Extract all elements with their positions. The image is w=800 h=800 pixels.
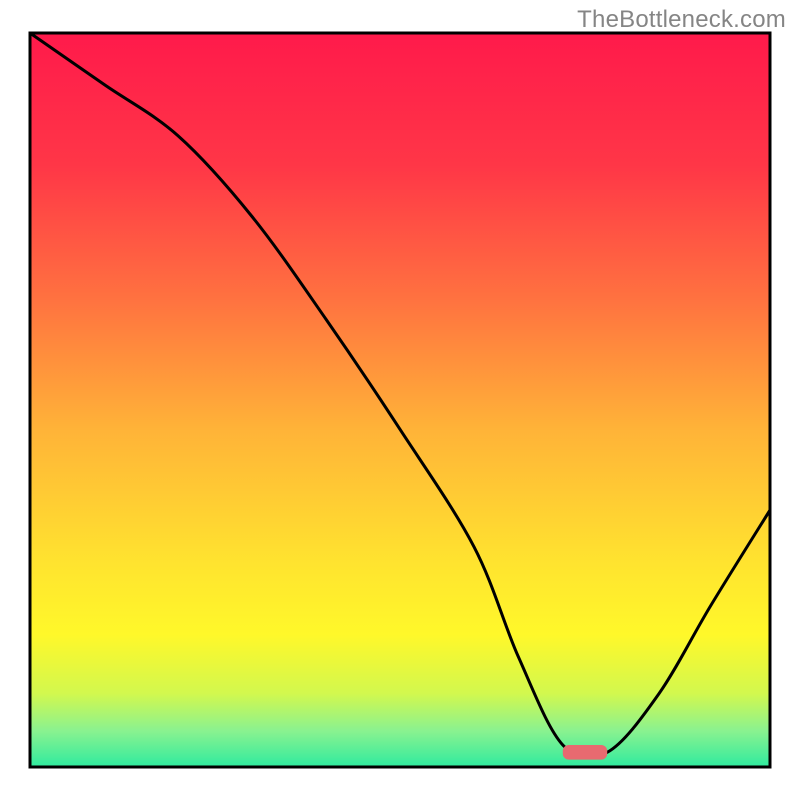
optimal-marker — [563, 745, 607, 760]
plot-background — [30, 33, 770, 767]
watermark-text: TheBottleneck.com — [577, 6, 786, 34]
chart-container: TheBottleneck.com — [0, 0, 800, 800]
bottleneck-chart — [0, 0, 800, 800]
